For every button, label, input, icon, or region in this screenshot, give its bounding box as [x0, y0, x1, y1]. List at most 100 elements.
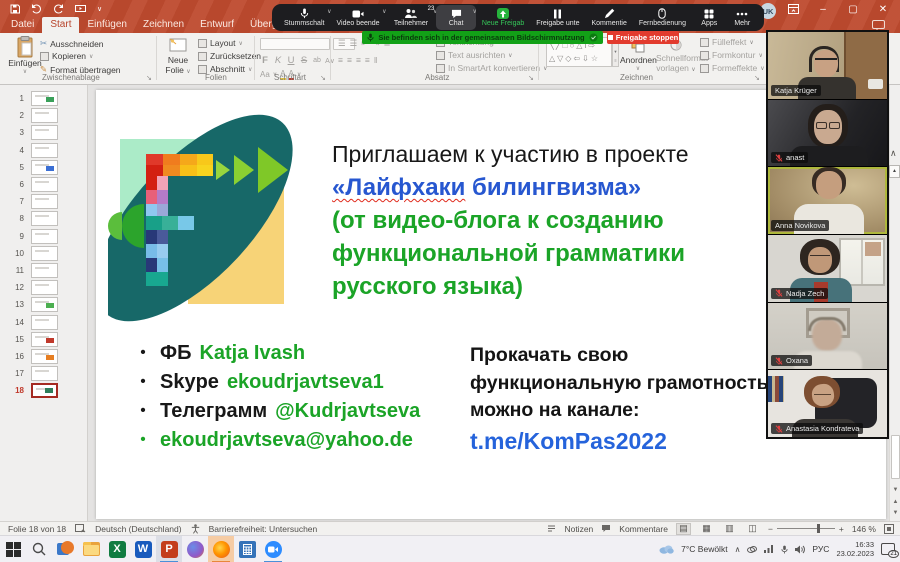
taskbar-word[interactable]: W: [130, 536, 156, 562]
zoom-in-button[interactable]: +: [839, 524, 844, 534]
shape-outline-button[interactable]: Formkontur∨: [700, 50, 763, 60]
slide-thumbnail-11[interactable]: 11: [0, 262, 87, 279]
taskbar-powerpoint-active[interactable]: P: [156, 536, 182, 562]
undo-icon[interactable]: [31, 4, 42, 14]
keyboard-language[interactable]: РУС: [812, 544, 829, 554]
smartart-button[interactable]: In SmartArt konvertieren∨: [436, 63, 548, 73]
slide-heading[interactable]: Приглашаем к участию в проекте «Лайфхаки…: [332, 138, 812, 303]
slide-thumbnail-16[interactable]: 16: [0, 348, 87, 365]
close-button[interactable]: ✕: [870, 0, 896, 18]
clock[interactable]: 16:33 23.02.2023: [836, 540, 874, 559]
slideshow-view-button[interactable]: ◫: [745, 523, 760, 535]
slide-thumbnail-2[interactable]: 2: [0, 107, 87, 124]
align-buttons[interactable]: ≡≡≡≡‖: [338, 55, 378, 65]
video-tile-nadja-zech[interactable]: Nadja Zech: [768, 235, 887, 302]
telegram-channel-link[interactable]: t.me/KomPas2022: [470, 428, 769, 456]
maximize-button[interactable]: ▢: [840, 0, 866, 18]
slide-thumbnail-7[interactable]: 7: [0, 193, 87, 210]
slide-thumbnail-10[interactable]: 10: [0, 245, 87, 262]
slide-thumbnail-18[interactable]: 18: [0, 382, 87, 399]
fit-slide-icon[interactable]: [884, 524, 894, 534]
stop-share-button[interactable]: Freigabe stoppen: [607, 31, 679, 44]
accessibility-status[interactable]: Barrierefreiheit: Untersuchen: [209, 524, 318, 534]
taskbar-zoom-app[interactable]: [260, 536, 286, 562]
action-center-button[interactable]: 21: [881, 543, 895, 555]
minimize-button[interactable]: –: [810, 0, 836, 18]
slide-thumbnail-17[interactable]: 17: [0, 365, 87, 382]
promo-text[interactable]: Прокачать свою функциональную грамотност…: [470, 342, 769, 455]
taskbar-firefox-dev[interactable]: [182, 536, 208, 562]
slide-thumbnail-8[interactable]: 8: [0, 210, 87, 227]
tab-zeichnen[interactable]: Zeichnen: [135, 17, 192, 33]
weather-status[interactable]: 7°C Bewölkt: [681, 544, 727, 554]
zoom-slider-knob[interactable]: [817, 524, 820, 533]
taskbar-excel[interactable]: X: [104, 536, 130, 562]
language-status[interactable]: Deutsch (Deutschland): [95, 524, 181, 534]
layout-button[interactable]: Layout∨: [198, 38, 243, 48]
save-icon[interactable]: [10, 4, 20, 14]
volume-icon[interactable]: [795, 545, 805, 554]
stop-video-button[interactable]: Video beende∨: [330, 5, 385, 30]
font-dialog-launcher[interactable]: ↘: [320, 74, 326, 82]
normal-view-button[interactable]: ▤: [676, 523, 691, 535]
video-tile-anastasia-kondrateva[interactable]: Anastasia Kondrateva: [768, 370, 887, 437]
annotate-button[interactable]: Kommentie: [585, 5, 632, 30]
video-panel-collapse-chevron[interactable]: ∧: [890, 148, 897, 159]
zoom-out-button[interactable]: −: [768, 524, 773, 534]
participants-button[interactable]: Teilnehmer 23 ∨: [386, 5, 437, 30]
copy-button[interactable]: Kopieren∨: [40, 51, 93, 61]
scroll-down-arrow[interactable]: ▼: [890, 487, 900, 493]
tab-start[interactable]: Start: [42, 17, 79, 33]
tab-entwurf[interactable]: Entwurf: [192, 17, 242, 33]
taskbar-firefox-active[interactable]: [208, 536, 234, 562]
clipboard-dialog-launcher[interactable]: ↘: [146, 74, 152, 82]
network-icon[interactable]: [764, 545, 774, 553]
slide-thumbnail-12[interactable]: 12: [0, 279, 87, 296]
reading-view-button[interactable]: ▥: [722, 523, 737, 535]
zoom-slider[interactable]: − +: [768, 524, 844, 534]
titlebar-comment-icon[interactable]: [872, 20, 885, 29]
slide-thumbnail-9[interactable]: 9: [0, 228, 87, 245]
video-panel-scroll-up[interactable]: ▲: [889, 165, 900, 178]
slideshow-icon[interactable]: [75, 4, 86, 14]
previous-slide-button[interactable]: ▲: [890, 499, 900, 505]
scrollbar-thumb[interactable]: [891, 435, 900, 479]
slide-sorter-view-button[interactable]: ▦: [699, 523, 714, 535]
slide-thumbnail-15[interactable]: 15: [0, 331, 87, 348]
tray-mic-icon[interactable]: [781, 545, 788, 554]
tab-einfuegen[interactable]: Einfügen: [79, 17, 134, 33]
font-style-buttons[interactable]: F K U S abA∨: [260, 55, 335, 66]
mute-button[interactable]: Stummschalt∨: [278, 5, 330, 30]
redo-icon[interactable]: [53, 4, 64, 14]
shape-effects-button[interactable]: Formeffekte∨: [700, 63, 765, 73]
contact-list[interactable]: •ФБKatja Ivash •Skypeekoudrjavtseva1 •Те…: [126, 342, 420, 458]
onedrive-icon[interactable]: [747, 545, 757, 553]
remote-control-button[interactable]: Fernbedienung: [633, 5, 692, 30]
taskbar-media-player[interactable]: [52, 536, 78, 562]
tray-expand-chevron[interactable]: ∧: [735, 545, 741, 554]
ribbon-options-icon[interactable]: [780, 0, 806, 18]
new-share-button[interactable]: Neue Freigab: [476, 5, 530, 30]
slide-thumbnail-4[interactable]: 4: [0, 142, 87, 159]
notes-toggle[interactable]: Notizen: [564, 524, 593, 534]
slide-thumbnail-6[interactable]: 6: [0, 176, 87, 193]
text-align-button[interactable]: Text ausrichten∨: [436, 50, 513, 60]
new-slide-button[interactable]: Neue Folie ∨: [162, 36, 194, 75]
qat-customize-icon[interactable]: ∨: [97, 5, 102, 13]
shape-fill-button[interactable]: Fülleffekt∨: [700, 37, 754, 47]
cut-button[interactable]: ✂Ausschneiden: [40, 38, 104, 49]
next-slide-button[interactable]: ▼: [890, 510, 900, 516]
comments-toggle[interactable]: Kommentare: [619, 524, 668, 534]
chat-button[interactable]: Chat∨: [436, 5, 475, 30]
paragraph-dialog-launcher[interactable]: ↘: [528, 74, 534, 82]
slide-thumbnail-1[interactable]: 1: [0, 90, 87, 107]
reset-button[interactable]: Zurücksetzen: [198, 51, 261, 61]
taskbar-calculator[interactable]: [234, 536, 260, 562]
more-button[interactable]: Mehr: [727, 5, 758, 30]
zoom-level[interactable]: 146 %: [852, 524, 876, 534]
taskbar-file-explorer[interactable]: [78, 536, 104, 562]
slide-thumbnail-14[interactable]: 14: [0, 313, 87, 330]
paste-button[interactable]: Einfügen∨: [8, 36, 42, 75]
video-tile-anna-novikova[interactable]: Anna Novikova: [768, 167, 887, 234]
video-tile-oxana[interactable]: Oxana: [768, 303, 887, 370]
